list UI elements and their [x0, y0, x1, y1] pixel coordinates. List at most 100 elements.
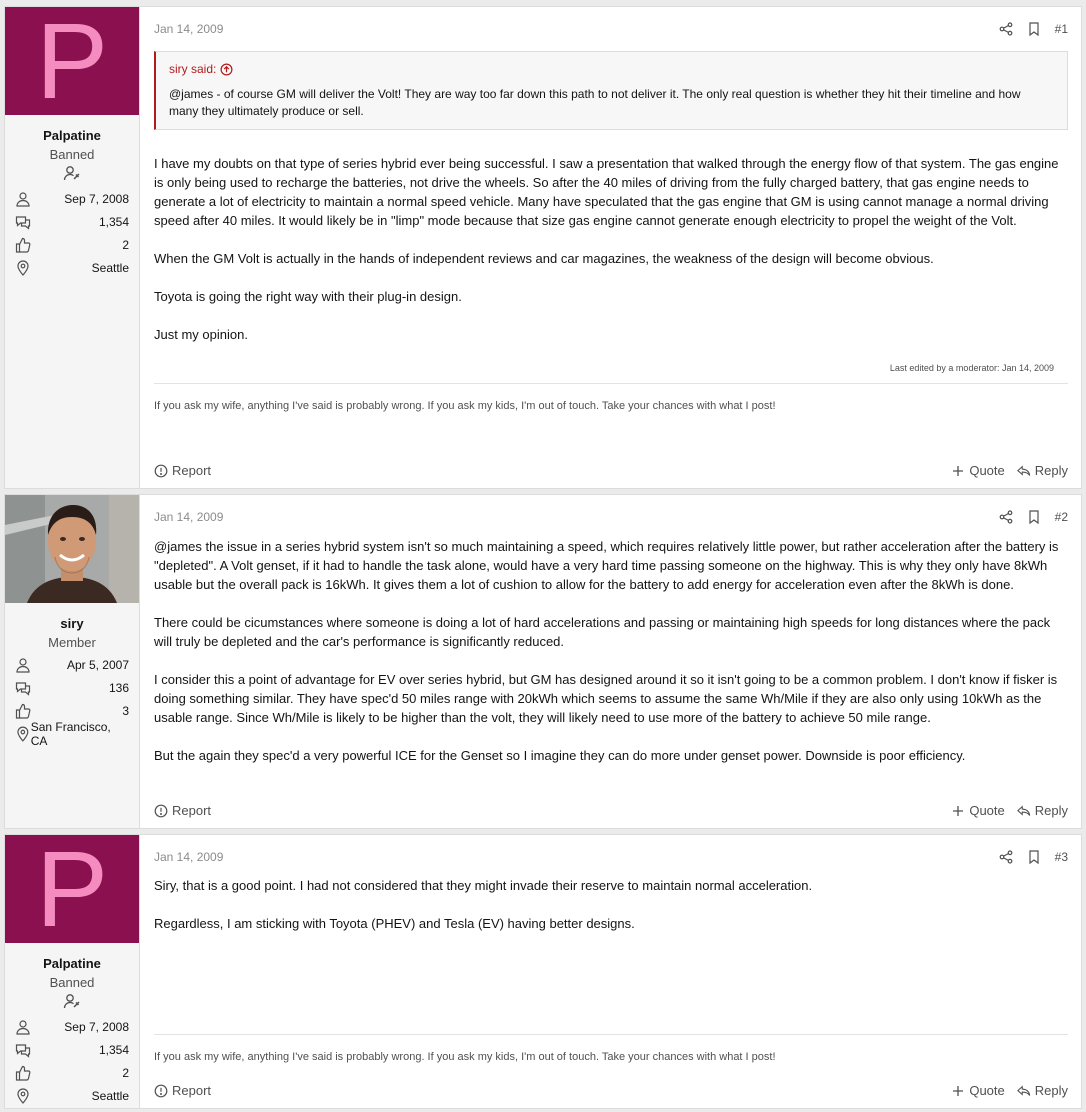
- report-button[interactable]: Report: [154, 1083, 211, 1098]
- report-button[interactable]: Report: [154, 803, 211, 818]
- stat-joined: Sep 7, 2008: [15, 187, 129, 210]
- location-pin-icon: [17, 259, 29, 276]
- avatar-letter: P: [5, 7, 139, 115]
- post-paragraph: Regardless, I am sticking with Toyota (P…: [154, 916, 635, 931]
- post-paragraph: There could be cicumstances where someon…: [154, 615, 1051, 649]
- username[interactable]: siry: [5, 616, 139, 631]
- report-button[interactable]: Report: [154, 463, 211, 478]
- stat-messages: 1,354: [15, 210, 129, 233]
- reaction-score: 3: [122, 703, 129, 718]
- post-date[interactable]: Jan 14, 2009: [154, 850, 223, 864]
- share-icon[interactable]: [999, 850, 1013, 864]
- last-edited-note: Last edited by a moderator: Jan 14, 2009: [889, 363, 1054, 373]
- stat-reactions: 2: [15, 233, 129, 256]
- location[interactable]: Seattle: [92, 261, 129, 275]
- joined-date: Sep 7, 2008: [64, 191, 129, 206]
- reaction-score: 2: [122, 1065, 129, 1080]
- post-date[interactable]: Jan 14, 2009: [154, 510, 223, 524]
- post-number[interactable]: #3: [1055, 850, 1068, 864]
- reaction-score: 2: [122, 237, 129, 252]
- joined-date: Apr 5, 2007: [66, 657, 129, 672]
- stat-joined: Apr 5, 2007: [15, 653, 129, 676]
- reply-icon: [1016, 464, 1030, 476]
- location[interactable]: San Francisco, CA: [31, 720, 129, 748]
- plus-icon: [953, 1085, 964, 1096]
- post-number[interactable]: #2: [1055, 510, 1068, 524]
- banned-user-icon: [5, 165, 139, 181]
- user-stats: Sep 7, 2008 1,354 2 Seattle: [5, 187, 139, 279]
- report-icon: [154, 804, 168, 817]
- thumbs-up-icon: [15, 1065, 31, 1081]
- username[interactable]: Palpatine: [5, 956, 139, 971]
- stat-location: Seattle: [15, 256, 129, 279]
- location-pin-icon: [17, 726, 29, 742]
- reply-button[interactable]: Reply: [1016, 1083, 1068, 1098]
- reply-button[interactable]: Reply: [1016, 803, 1068, 818]
- post-content: Jan 14, 2009 #3 Siry, that is a good poi…: [140, 835, 1081, 1108]
- post-paragraph: Toyota is going the right way with their…: [154, 289, 462, 304]
- avatar-letter: P: [5, 835, 139, 943]
- messages-icon: [15, 215, 31, 230]
- username[interactable]: Palpatine: [5, 128, 139, 143]
- post-header: Jan 14, 2009 #2: [154, 495, 1068, 539]
- reply-label: Reply: [1034, 803, 1068, 818]
- arrow-up-circle-icon[interactable]: [220, 63, 233, 76]
- location-pin-icon: [17, 1087, 29, 1104]
- quote-attribution[interactable]: siry said:: [169, 62, 1053, 76]
- stat-messages: 1,354: [15, 1038, 129, 1061]
- avatar-photo: [5, 495, 139, 603]
- avatar[interactable]: P: [5, 7, 139, 115]
- post-body: I have my doubts on that type of series …: [154, 154, 1068, 344]
- quote-button[interactable]: Quote: [951, 803, 1005, 818]
- post-2: siry Member Apr 5, 2007 136 3 San Franci…: [4, 494, 1082, 829]
- user-title: Banned: [49, 147, 95, 162]
- signature: If you ask my wife, anything I've said i…: [154, 383, 1068, 412]
- post-paragraph: I have my doubts on that type of series …: [154, 156, 1059, 228]
- stat-joined: Sep 7, 2008: [15, 1015, 129, 1038]
- location[interactable]: Seattle: [92, 1089, 129, 1103]
- avatar[interactable]: P: [5, 835, 139, 943]
- quote-block: siry said: @james - of course GM will de…: [154, 51, 1068, 130]
- quote-author[interactable]: siry said:: [169, 62, 216, 76]
- quote-label: Quote: [969, 803, 1005, 818]
- reply-icon: [1016, 804, 1030, 816]
- post-header: Jan 14, 2009 #1: [154, 7, 1068, 51]
- joined-date: Sep 7, 2008: [64, 1019, 129, 1034]
- share-icon[interactable]: [999, 22, 1013, 36]
- reply-button[interactable]: Reply: [1016, 463, 1068, 478]
- quote-text: @james - of course GM will deliver the V…: [169, 87, 1021, 118]
- report-icon: [154, 464, 168, 477]
- post-body: Siry, that is a good point. I had not co…: [154, 876, 1068, 933]
- stat-reactions: 2: [15, 1061, 129, 1084]
- user-info: P Palpatine Banned Sep 7, 2008 1,354 2 S…: [5, 7, 140, 488]
- avatar[interactable]: [5, 495, 139, 603]
- user-stats: Sep 7, 2008 1,354 2 Seattle: [5, 1015, 139, 1107]
- post-paragraph: Just my opinion.: [154, 327, 248, 342]
- bookmark-icon[interactable]: [1027, 850, 1041, 864]
- share-icon[interactable]: [999, 510, 1013, 524]
- quote-button[interactable]: Quote: [951, 463, 1005, 478]
- post-1: P Palpatine Banned Sep 7, 2008 1,354 2 S…: [4, 6, 1082, 489]
- post-date[interactable]: Jan 14, 2009: [154, 22, 223, 36]
- post-footer: Report Quote Reply: [154, 803, 1068, 818]
- quote-label: Quote: [969, 463, 1005, 478]
- post-paragraph: I consider this a point of advantage for…: [154, 672, 1058, 725]
- report-label: Report: [172, 803, 212, 818]
- user-title: Banned: [49, 975, 95, 990]
- post-content: Jan 14, 2009 #1 siry said: @james - of c…: [140, 7, 1081, 488]
- reply-label: Reply: [1034, 463, 1068, 478]
- post-paragraph: When the GM Volt is actually in the hand…: [154, 251, 934, 266]
- post-footer: Report Quote Reply: [154, 1083, 1068, 1098]
- post-paragraph: @james the issue in a series hybrid syst…: [154, 539, 1059, 592]
- post-footer: Report Quote Reply: [154, 463, 1068, 478]
- bookmark-icon[interactable]: [1027, 22, 1041, 36]
- quote-button[interactable]: Quote: [951, 1083, 1005, 1098]
- plus-icon: [953, 465, 964, 476]
- bookmark-icon[interactable]: [1027, 510, 1041, 524]
- post-header: Jan 14, 2009 #3: [154, 835, 1068, 879]
- post-number[interactable]: #1: [1055, 22, 1068, 36]
- message-count: 1,354: [98, 214, 129, 229]
- message-count: 136: [108, 680, 129, 695]
- banned-user-icon: [5, 993, 139, 1009]
- reply-icon: [1016, 1084, 1030, 1096]
